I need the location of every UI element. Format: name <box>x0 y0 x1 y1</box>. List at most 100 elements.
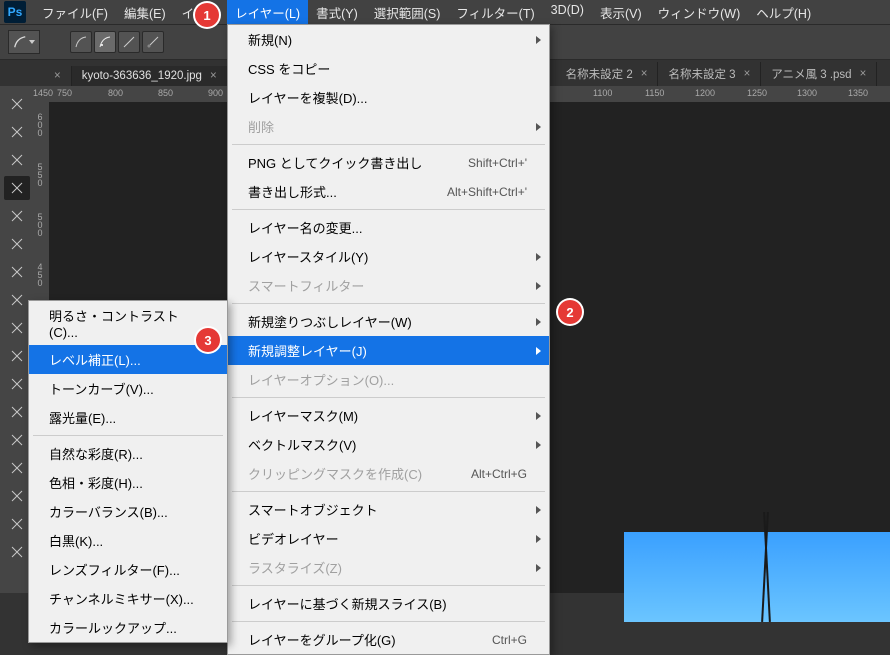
close-icon[interactable]: × <box>54 70 61 82</box>
menu-item-label: レンズフィルター(F)... <box>49 560 180 579</box>
menu-item-label: レイヤースタイル(Y) <box>248 247 368 266</box>
lasso-tool-icon[interactable] <box>4 148 30 172</box>
eyedropper-tool-icon[interactable] <box>4 232 30 256</box>
annotation-badge-3: 3 <box>196 328 220 352</box>
menu-item-label: カラーバランス(B)... <box>49 502 168 521</box>
menu-item-label: クリッピングマスクを作成(C) <box>248 464 422 483</box>
menu-item[interactable]: 色相・彩度(H)... <box>29 468 227 497</box>
menu-item-label: スマートフィルター <box>248 276 364 295</box>
brush-mode-pencil-icon[interactable] <box>142 31 164 53</box>
brush-mode-smudge-icon[interactable] <box>118 31 140 53</box>
brush-tool-icon[interactable] <box>4 260 30 284</box>
layer-menu: 新規(N)CSS をコピーレイヤーを複製(D)... 削除 PNG としてクイック書… <box>227 24 550 655</box>
menu-item[interactable]: CSS をコピー <box>228 54 549 83</box>
brush-heal-tool-icon[interactable] <box>4 176 30 200</box>
gradient-tool-icon[interactable] <box>4 344 30 368</box>
menu-書式[interactable]: 書式(Y) <box>308 0 366 26</box>
menu-ウィンドウ[interactable]: ウィンドウ(W) <box>650 0 749 26</box>
menu-item[interactable]: カラーバランス(B)... <box>29 497 227 526</box>
menu-item-label: レイヤー名の変更... <box>248 218 362 237</box>
menu-ヘルプ[interactable]: ヘルプ(H) <box>748 0 819 26</box>
menu-item[interactable]: レイヤーをグループ化(G)Ctrl+G <box>228 625 549 654</box>
eraser-tool-icon[interactable] <box>4 316 30 340</box>
crop-tool-icon[interactable] <box>4 204 30 228</box>
menu-item[interactable]: レイヤー名の変更... <box>228 213 549 242</box>
menu-item[interactable]: 白黒(K)... <box>29 526 227 555</box>
menu-item[interactable]: レイヤーマスク(M) <box>228 401 549 430</box>
menu-item-label: ベクトルマスク(V) <box>248 435 356 454</box>
menu-3d[interactable]: 3D(D) <box>543 0 592 26</box>
menu-item[interactable]: レンズフィルター(F)... <box>29 555 227 584</box>
brush-mode-airbrush-icon[interactable] <box>94 31 116 53</box>
menu-選択範囲[interactable]: 選択範囲(S) <box>366 0 449 26</box>
ruler-tick: 1200 <box>695 88 715 98</box>
menu-item[interactable]: 新規調整レイヤー(J) <box>228 336 549 365</box>
menu-item[interactable]: ビデオレイヤー <box>228 524 549 553</box>
blur-tool-icon[interactable] <box>4 372 30 396</box>
menu-item-label: ラスタライズ(Z) <box>248 558 342 577</box>
menu-item[interactable]: レベル補正(L)... <box>29 345 227 374</box>
menu-フィルター[interactable]: フィルター(T) <box>448 0 542 26</box>
brush-mode-normal-icon[interactable] <box>70 31 92 53</box>
marquee-tool-icon[interactable] <box>4 120 30 144</box>
ruler-tick: 1250 <box>747 88 767 98</box>
type-tool-icon[interactable] <box>4 428 30 452</box>
menu-item[interactable]: チャンネルミキサー(X)... <box>29 584 227 613</box>
menu-item[interactable]: レイヤーに基づく新規スライス(B) <box>228 589 549 618</box>
path-sel-tool-icon[interactable] <box>4 456 30 480</box>
document-tab[interactable]: アニメ風 3 .psd × <box>761 62 877 86</box>
ruler-tick: 900 <box>208 88 223 98</box>
menu-item[interactable]: レイヤーを複製(D)... <box>228 83 549 112</box>
document-tab-label: アニメ風 3 .psd <box>771 66 851 82</box>
chevron-right-icon <box>536 123 541 131</box>
close-icon[interactable]: × <box>210 70 217 82</box>
close-icon[interactable]: × <box>744 68 751 80</box>
menu-item-label: 白黒(K)... <box>49 531 103 550</box>
tool-preset-picker[interactable] <box>8 30 40 54</box>
canvas-image <box>624 532 890 622</box>
menu-item[interactable]: カラールックアップ... <box>29 613 227 642</box>
stamp-tool-icon[interactable] <box>4 288 30 312</box>
menu-item[interactable]: トーンカーブ(V)... <box>29 374 227 403</box>
document-tab-label: 名称未設定 3 <box>668 66 735 82</box>
menu-item[interactable]: スマートオブジェクト <box>228 495 549 524</box>
move-tool-icon[interactable] <box>4 92 30 116</box>
menu-item[interactable]: 書き出し形式...Alt+Shift+Ctrl+' <box>228 177 549 206</box>
chevron-right-icon <box>536 535 541 543</box>
document-tab[interactable]: × <box>36 66 72 86</box>
menu-item-label: 色相・彩度(H)... <box>49 473 143 492</box>
ruler-tick: 1350 <box>848 88 868 98</box>
annotation-badge-2: 2 <box>558 300 582 324</box>
menu-item[interactable]: ベクトルマスク(V) <box>228 430 549 459</box>
zoom-tool-icon[interactable] <box>4 540 30 564</box>
menu-item[interactable]: レイヤースタイル(Y) <box>228 242 549 271</box>
chevron-right-icon <box>536 412 541 420</box>
menu-ファイル[interactable]: ファイル(F) <box>34 0 116 26</box>
menu-item[interactable]: 露光量(E)... <box>29 403 227 432</box>
menu-item-label: 削除 <box>248 117 274 136</box>
ruler-tick: 1150 <box>645 88 664 98</box>
close-icon[interactable]: × <box>641 68 648 80</box>
document-tab[interactable]: 名称未設定 2× <box>556 62 659 86</box>
menu-表示[interactable]: 表示(V) <box>592 0 650 26</box>
menu-編集[interactable]: 編集(E) <box>116 0 174 26</box>
chevron-right-icon <box>536 318 541 326</box>
pen-tool-icon[interactable] <box>4 400 30 424</box>
hand-tool-icon[interactable] <box>4 512 30 536</box>
document-tab[interactable]: 名称未設定 3 × <box>658 62 761 86</box>
ruler-tick: 1100 <box>593 88 612 98</box>
menu-item-label: カラールックアップ... <box>49 618 177 637</box>
chevron-right-icon <box>536 347 541 355</box>
menu-item[interactable]: 新規(N) <box>228 25 549 54</box>
chevron-right-icon <box>536 36 541 44</box>
menu-item-label: 書き出し形式... <box>248 182 337 201</box>
shape-tool-icon[interactable] <box>4 484 30 508</box>
app-logo-icon: Ps <box>4 1 26 23</box>
menu-item[interactable]: 新規塗りつぶしレイヤー(W) <box>228 307 549 336</box>
close-icon[interactable]: × <box>860 68 867 80</box>
menu-レイヤー[interactable]: レイヤー(L) <box>227 0 308 26</box>
document-tab[interactable]: kyoto-363636_1920.jpg× <box>72 66 228 86</box>
menu-item[interactable]: 自然な彩度(R)... <box>29 439 227 468</box>
menu-item: クリッピングマスクを作成(C)Alt+Ctrl+G <box>228 459 549 488</box>
menu-item[interactable]: PNG としてクイック書き出しShift+Ctrl+' <box>228 148 549 177</box>
